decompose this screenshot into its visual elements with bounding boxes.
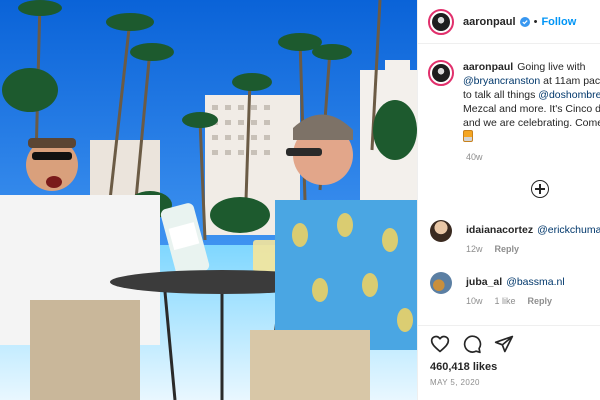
comment-age[interactable]: 10w xyxy=(466,296,483,306)
header-separator: • xyxy=(533,15,538,28)
caption-line: to talk all things @doshombre xyxy=(463,88,600,102)
verified-badge-icon xyxy=(519,16,530,27)
author-username[interactable]: aaronpaul xyxy=(463,16,516,28)
tequila-glass-emoji-icon xyxy=(463,130,473,142)
caption-line-text: Mezcal and more. It's Cinco d xyxy=(463,103,600,115)
post-photo-illustration xyxy=(0,0,417,400)
post-caption: aaronpaul Going live with @bryancranston … xyxy=(428,60,600,144)
caption-line: Mezcal and more. It's Cinco d xyxy=(463,102,600,116)
caption-age[interactable]: 40w xyxy=(466,152,483,162)
caption-line-text: to talk all things xyxy=(463,89,539,101)
comment-age[interactable]: 12w xyxy=(466,244,483,254)
caption-author-avatar[interactable] xyxy=(428,60,454,86)
comment-likes[interactable]: 1 like xyxy=(495,296,516,306)
post-photo[interactable] xyxy=(0,0,417,400)
caption-text: aaronpaul Going live with @bryancranston … xyxy=(463,60,600,144)
comment-icon[interactable] xyxy=(462,334,482,354)
reply-button[interactable]: Reply xyxy=(528,296,553,306)
comment-meta: 10w 1 like Reply xyxy=(466,296,564,306)
caption-line: @bryancranston at 11am pac xyxy=(463,74,600,88)
post-date[interactable]: MAY 5, 2020 xyxy=(430,378,480,387)
commenter-username[interactable]: idaianacortez xyxy=(466,224,533,236)
reply-button[interactable]: Reply xyxy=(495,244,520,254)
actions-divider xyxy=(418,325,600,326)
likes-count[interactable]: 460,418 likes xyxy=(430,361,497,373)
commenter-username[interactable]: juba_al xyxy=(466,276,502,288)
post-header: aaronpaul • Follow xyxy=(418,0,600,44)
comment-text: juba_al @bassma.nl xyxy=(466,276,565,288)
commenter-avatar[interactable] xyxy=(430,220,452,242)
caption-line xyxy=(463,130,600,144)
follow-button[interactable]: Follow xyxy=(541,16,576,28)
post-actions xyxy=(430,334,514,354)
mention-link[interactable]: @erickchuman xyxy=(537,224,600,236)
author-avatar[interactable] xyxy=(428,8,454,35)
commenter-avatar[interactable] xyxy=(430,272,452,294)
caption-username[interactable]: aaronpaul xyxy=(463,61,513,73)
heart-icon[interactable] xyxy=(430,334,450,354)
caption-line-text: and we are celebrating. Come xyxy=(463,117,600,129)
post-side-panel: aaronpaul • Follow aaronpaul Going live w… xyxy=(417,0,600,400)
caption-line: aaronpaul Going live with xyxy=(463,60,600,74)
share-icon[interactable] xyxy=(494,334,514,354)
caption-line-text: at 11am pac xyxy=(540,75,600,87)
load-more-comments-icon[interactable] xyxy=(531,180,549,198)
mention-link[interactable]: @bassma.nl xyxy=(506,276,565,288)
mention-link[interactable]: @doshombre xyxy=(538,89,600,101)
comment-meta: 12w Reply xyxy=(466,244,531,254)
comment-text: idaianacortez @erickchuman xyxy=(466,224,600,236)
caption-line: and we are celebrating. Come xyxy=(463,116,600,130)
caption-line-text: Going live with xyxy=(517,61,586,73)
mention-link[interactable]: @bryancranston xyxy=(463,75,540,87)
instagram-post: aaronpaul • Follow aaronpaul Going live w… xyxy=(0,0,600,400)
